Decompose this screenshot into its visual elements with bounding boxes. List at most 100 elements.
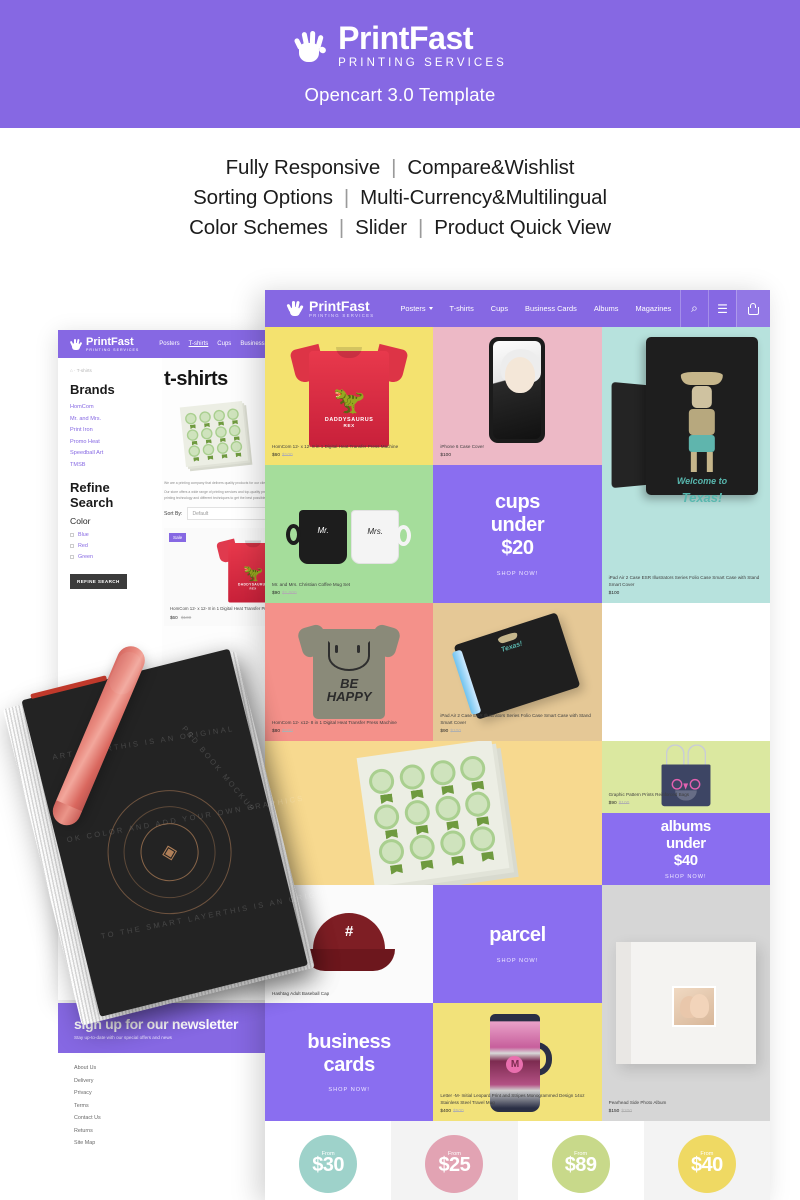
product-image-sticker-sheets — [356, 741, 510, 885]
refine-search-button[interactable]: REFINE SEARCH — [70, 573, 127, 589]
nav-item-posters[interactable]: Posters — [400, 304, 433, 313]
category-price-circles: From $30 posters SHOP NOW! From $25 cups… — [265, 1121, 770, 1200]
color-checkbox-blue[interactable]: Blue — [70, 532, 152, 538]
front-browser-screenshot: PrintFast PRINTING SERVICES Posters T-sh… — [265, 290, 770, 1200]
nav-item-magazines[interactable]: Magazines — [635, 304, 671, 313]
product-price: $80 $100 — [272, 728, 427, 735]
feature-list: Fully Responsive | Compare&Wishlist Sort… — [0, 128, 800, 268]
price-circle-cups[interactable]: From $25 cups SHOP NOW! — [391, 1121, 518, 1200]
brand-link-print-iron[interactable]: Print Iron — [70, 427, 152, 433]
checkbox-box[interactable] — [70, 543, 74, 548]
product-label: iPhone 6 Case Cover $100 — [440, 443, 595, 459]
chevron-down-icon — [428, 307, 433, 310]
brand-link-mr-and-mrs[interactable]: Mr. and Mrs. — [70, 416, 152, 422]
product-label: Mr. and Mrs. Christian Coffee Mug Set $9… — [272, 581, 427, 597]
price-current: $150 — [608, 1108, 620, 1114]
feature-separator: | — [343, 186, 350, 209]
grid-tile-handmade-stickers[interactable] — [265, 741, 602, 885]
brand-link-speedball-art[interactable]: Speedball Art — [70, 450, 152, 456]
promo-shop-now-link[interactable]: SHOP NOW! — [665, 874, 707, 880]
nav-item-tshirts[interactable]: T-shirts — [450, 304, 474, 313]
product-price: $90 $100 — [440, 728, 595, 735]
front-brand-logo[interactable]: PrintFast PRINTING SERVICES — [265, 297, 388, 319]
grid-tile-be-happy-tshirt[interactable]: BE HAPPY HomCom 12- x12- 8 in 1 Digital … — [265, 603, 434, 741]
back-nav-item-cups[interactable]: Cups — [217, 341, 231, 347]
product-label: iPad Air 2 Case ESR Illustrators Series … — [609, 574, 764, 597]
promo-shop-now-link[interactable]: SHOP NOW! — [497, 958, 539, 964]
back-nav-item-posters[interactable]: Posters — [159, 341, 179, 347]
sort-by-value: Default — [192, 510, 209, 517]
color-checkbox-red[interactable]: Red — [70, 543, 152, 549]
checkbox-box[interactable] — [70, 532, 74, 537]
hero-subtitle: Opencart 3.0 Template — [304, 83, 496, 105]
home-icon[interactable]: ⌂ — [70, 368, 73, 373]
front-navbar: PrintFast PRINTING SERVICES Posters T-sh… — [265, 290, 770, 327]
search-icon[interactable]: ⌕ — [680, 290, 708, 327]
back-brand-name: PrintFast — [86, 335, 134, 348]
price-current: $60 — [170, 614, 178, 620]
brand-link-promo-heat[interactable]: Promo Heat — [70, 439, 152, 445]
feature-item: Slider — [355, 216, 407, 239]
promo-title: parcel — [489, 924, 546, 947]
product-name: Mr. and Mrs. Christian Coffee Mug Set — [272, 581, 351, 587]
grid-tile-owl-tote-bag[interactable]: Graphic Pattern Prints Reinforced Bags $… — [601, 741, 770, 813]
feature-line-3: Color Schemes | Slider | Product Quick V… — [189, 216, 611, 240]
product-grid: 🦖 DADDYSAURUS REX HomCom 12- x 12- 8 in … — [265, 327, 770, 741]
price-circle-magazines[interactable]: From $40 magazines SHOP NOW! — [643, 1121, 770, 1200]
brand-logo: PrintFast PRINTING SERVICES — [293, 22, 507, 69]
hamburger-icon[interactable]: ☰ — [708, 290, 736, 327]
brand-name: PrintFast — [338, 20, 474, 57]
promo-shop-now-link[interactable]: SHOP NOW! — [328, 1087, 370, 1093]
color-checkbox-green[interactable]: Green — [70, 554, 152, 560]
price-circle-posters[interactable]: From $30 posters SHOP NOW! — [265, 1121, 392, 1200]
feature-item: Sorting Options — [193, 186, 333, 209]
grid-tile-tshirt-daddysaurus[interactable]: 🦖 DADDYSAURUS REX HomCom 12- x 12- 8 in … — [265, 327, 434, 465]
grid-promo-albums-under-40[interactable]: albums under $40 SHOP NOW! — [601, 813, 770, 885]
brand-link-homcom[interactable]: HomCom — [70, 404, 152, 410]
promo-line-1: albums — [660, 817, 712, 835]
grid-tile-iphone-case[interactable]: iPhone 6 Case Cover $100 — [433, 327, 602, 465]
price-current: $90 — [608, 800, 617, 806]
brand-link-tmsb[interactable]: TMSB — [70, 462, 152, 468]
front-brand-name: PrintFast — [309, 297, 370, 314]
front-brand-tagline: PRINTING SERVICES — [309, 313, 375, 319]
grid-tile-photo-album[interactable]: Pearhead Side Photo Album $150 $200 — [601, 885, 770, 1121]
grid-tile-ipad-texas-case[interactable]: Welcome to Texas! iPad Air 2 Case ESR Il… — [601, 327, 770, 603]
feature-line-2: Sorting Options | Multi-Currency&Multili… — [193, 186, 607, 210]
feature-line-1: Fully Responsive | Compare&Wishlist — [226, 156, 575, 180]
shopping-cart-icon[interactable] — [736, 290, 770, 327]
back-nav-item-tshirts[interactable]: T-shirts — [189, 341, 209, 347]
grid-tile-travel-mug[interactable]: M Letter -M- Initial Leopard Print and S… — [433, 1003, 602, 1121]
product-label: Letter -M- Initial Leopard Print and Str… — [440, 1092, 595, 1115]
grid-tile-ipad-folio-case[interactable]: Texas! iPad Air 2 Case ESR Illustrators … — [433, 603, 602, 741]
product-label: Pearhead Side Photo Album $150 $200 — [609, 1099, 764, 1115]
product-price: $100 — [609, 590, 764, 597]
back-brand-tagline: PRINTING SERVICES — [86, 347, 140, 352]
mug-monogram: M — [506, 1056, 524, 1073]
product-label: Graphic Pattern Prints Reinforced Bags $… — [609, 791, 764, 807]
tshirt-art-line-2: REX — [343, 422, 355, 428]
grid-promo-business-cards[interactable]: business cards SHOP NOW! — [265, 1003, 434, 1121]
product-name: Letter -M- Initial Leopard Print and Str… — [440, 1092, 585, 1105]
back-brand-logo[interactable]: PrintFast PRINTING SERVICES — [69, 335, 140, 352]
feature-separator: | — [391, 156, 397, 179]
price-old: $1,000 — [282, 590, 297, 596]
price-old: $100 — [282, 452, 293, 458]
grid-promo-cups-under-20[interactable]: cups under $20 SHOP NOW! — [433, 465, 602, 603]
price-old: $100 — [282, 728, 293, 734]
nav-item-albums[interactable]: Albums — [594, 304, 619, 313]
promo-line-2: under — [490, 514, 545, 537]
grid-tile-mr-mrs-mugs[interactable]: Mr. Mrs. Mr. and Mrs. Christian Coffee M… — [265, 465, 434, 603]
mug-label-mr: Mr. — [317, 525, 329, 535]
price-circle-tshirts[interactable]: From $89 t-shirts SHOP NOW! — [517, 1121, 644, 1200]
product-image-ipad-front: Welcome to Texas! — [645, 337, 758, 505]
grid-promo-parcel[interactable]: parcel SHOP NOW! — [433, 885, 602, 1003]
nav-item-business-cards[interactable]: Business Cards — [525, 304, 577, 313]
promo-shop-now-link[interactable]: SHOP NOW! — [497, 571, 539, 577]
checkbox-box[interactable] — [70, 554, 74, 559]
template-preview-page: PrintFast PRINTING SERVICES Opencart 3.0… — [0, 0, 800, 1200]
product-image-ipad-folio: Texas! — [452, 612, 581, 721]
product-name: HomCom 12- x12- 8 in 1 Digital Heat Tran… — [272, 719, 397, 725]
product-image-photo-album — [615, 942, 756, 1064]
nav-item-cups[interactable]: Cups — [491, 304, 508, 313]
